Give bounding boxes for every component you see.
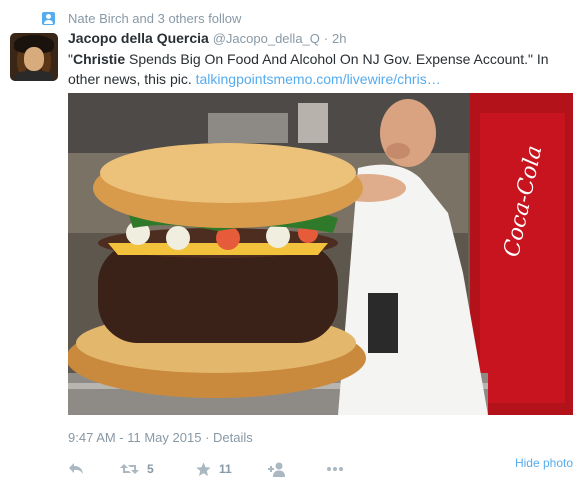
author-fullname[interactable]: Jacopo della Quercia [68,30,209,46]
reply-button[interactable] [68,459,84,479]
header-separator: · [323,31,329,46]
author-username[interactable]: @Jacopo_della_Q [213,31,320,46]
retweet-button[interactable]: 5 [120,459,154,479]
add-user-icon [268,462,285,477]
tweet-actions: 5 11 Hide photo [68,456,573,479]
tweet-header: Jacopo della Quercia @Jacopo_della_Q · 2… [68,30,346,46]
follow-button[interactable] [268,459,287,479]
avatar[interactable] [10,33,58,81]
retweet-icon [120,464,139,474]
tweet-timestamp[interactable]: 9:47 AM - 11 May 2015 [68,430,201,445]
meta-separator: · [205,430,210,445]
tweet-text-bold: Christie [72,51,126,67]
tweet-meta: 9:47 AM - 11 May 2015 · Details [68,430,253,445]
person-follow-icon [42,11,55,25]
favorite-count: 11 [219,462,232,476]
favorite-button[interactable]: 11 [196,459,232,479]
star-icon [196,462,211,476]
tweet-photo[interactable]: Coca-Cola [68,93,573,415]
tweet-text: "Christie Spends Big On Food And Alcohol… [68,49,573,89]
reply-icon [69,463,83,474]
retweet-count: 5 [147,462,154,476]
details-link[interactable]: Details [213,430,253,445]
tweet-link[interactable]: talkingpointsmemo.com/livewire/chris… [196,71,441,87]
hide-photo-link[interactable]: Hide photo [515,456,573,470]
more-button[interactable] [326,459,344,479]
tweet-time[interactable]: 2h [332,31,346,46]
social-context[interactable]: Nate Birch and 3 others follow [42,10,241,26]
more-icon [327,467,343,471]
social-context-text[interactable]: Nate Birch and 3 others follow [68,11,241,26]
